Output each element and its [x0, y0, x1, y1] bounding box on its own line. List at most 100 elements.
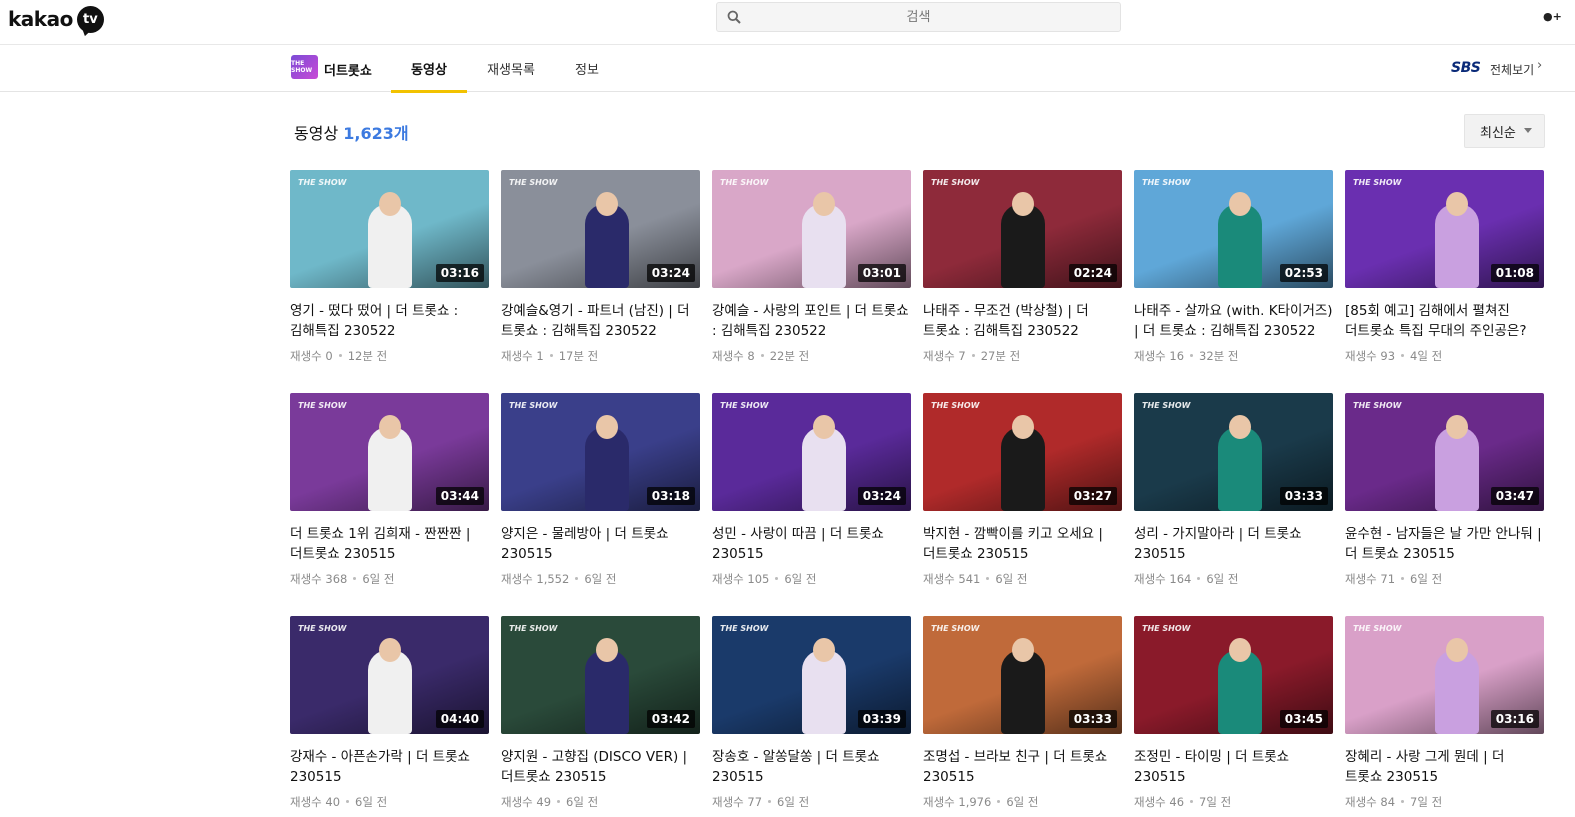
- video-card[interactable]: THE SHOW 03:42 양지원 - 고향집 (DISCO VER) | 더트롯…: [501, 616, 700, 817]
- video-title[interactable]: 영기 - 떴다 떴어 | 더 트롯쇼 : 김해특집 230522: [290, 301, 489, 341]
- video-title[interactable]: 장혜리 - 사랑 그게 뭔데 | 더 트롯쇼 230515: [1345, 747, 1544, 787]
- upload-time: 17분 전: [558, 349, 599, 363]
- video-thumbnail[interactable]: THE SHOW 03:47: [1345, 393, 1544, 511]
- view-all-link[interactable]: 전체보기: [1490, 61, 1534, 78]
- video-title[interactable]: 나태주 - 살까요 (with. K타이거즈) | 더 트롯쇼 : 김해특집 2…: [1134, 301, 1333, 341]
- video-card[interactable]: THE SHOW 03:33 조명섭 - 브라보 친구 | 더 트롯쇼 230515…: [923, 616, 1122, 817]
- duration-badge: 02:53: [1279, 264, 1328, 282]
- upload-time: 6일 전: [1206, 572, 1239, 586]
- tv-badge-icon: tv: [76, 5, 104, 33]
- video-meta: 재생수 46 7일 전: [1134, 794, 1231, 810]
- video-thumbnail[interactable]: THE SHOW 03:18: [501, 393, 700, 511]
- video-thumbnail[interactable]: THE SHOW 04:40: [290, 616, 489, 734]
- video-card[interactable]: THE SHOW 03:24 성민 - 사랑이 따끔 | 더 트롯쇼 230515 재…: [712, 393, 911, 603]
- sort-dropdown[interactable]: 최신순: [1464, 114, 1545, 148]
- performer-figure: [802, 650, 846, 734]
- video-meta: 재생수 164 6일 전: [1134, 571, 1239, 587]
- video-title[interactable]: 윤수현 - 남자들은 날 가만 안나둬 | 더 트롯쇼 230515: [1345, 524, 1544, 564]
- duration-badge: 04:40: [435, 710, 484, 728]
- duration-badge: 03:16: [435, 264, 484, 282]
- video-title[interactable]: 조명섭 - 브라보 친구 | 더 트롯쇼 230515: [923, 747, 1122, 787]
- separator-dot: [971, 354, 975, 357]
- video-card[interactable]: THE SHOW 03:16 영기 - 떴다 떴어 | 더 트롯쇼 : 김해특집 2…: [290, 170, 489, 380]
- performer-figure: [1001, 204, 1045, 288]
- channel-bar: THE SHOW 더트롯쇼 동영상 재생목록 정보 SBS 전체보기 ›: [0, 45, 1575, 93]
- performer-figure: [802, 204, 846, 288]
- video-thumbnail[interactable]: THE SHOW 03:42: [501, 616, 700, 734]
- video-title[interactable]: 양지원 - 고향집 (DISCO VER) | 더트롯쇼 230515: [501, 747, 700, 787]
- video-thumbnail[interactable]: THE SHOW 02:53: [1134, 170, 1333, 288]
- video-title[interactable]: 장송호 - 알쏭달쏭 | 더 트롯쇼 230515: [712, 747, 911, 787]
- video-title[interactable]: 나태주 - 무조건 (박상철) | 더 트롯쇼 : 김해특집 230522: [923, 301, 1122, 341]
- upload-time: 6일 전: [777, 795, 810, 809]
- upload-time: 32분 전: [1199, 349, 1239, 363]
- upload-time: 4일 전: [1410, 349, 1443, 363]
- tab-videos[interactable]: 동영상: [391, 45, 467, 93]
- channel-logo[interactable]: THE SHOW: [291, 55, 318, 79]
- video-card[interactable]: THE SHOW 03:27 박지현 - 깜빡이를 키고 오세요 | 더트롯쇼 23…: [923, 393, 1122, 603]
- video-thumbnail[interactable]: THE SHOW 03:24: [712, 393, 911, 511]
- upload-time: 7일 전: [1199, 795, 1232, 809]
- separator-dot: [575, 577, 579, 580]
- user-menu-icon[interactable]: ●+: [1543, 10, 1562, 23]
- video-thumbnail[interactable]: THE SHOW 01:08: [1345, 170, 1544, 288]
- sbs-logo[interactable]: SBS: [1451, 60, 1481, 76]
- view-count: 재생수 1,976: [923, 795, 992, 809]
- show-logo-overlay: THE SHOW: [720, 401, 769, 410]
- video-title[interactable]: 더 트롯쇼 1위 김희재 - 짠짠짠 | 더트롯쇼 230515: [290, 524, 489, 564]
- video-thumbnail[interactable]: THE SHOW 03:44: [290, 393, 489, 511]
- video-card[interactable]: THE SHOW 02:24 나태주 - 무조건 (박상철) | 더 트롯쇼 : 김…: [923, 170, 1122, 380]
- video-title[interactable]: 강예슬 - 사랑의 포인트 | 더 트롯쇼 : 김해특집 230522: [712, 301, 911, 341]
- duration-badge: 03:33: [1068, 710, 1117, 728]
- video-title[interactable]: 강재수 - 아픈손가락 | 더 트롯쇼 230515: [290, 747, 489, 787]
- performer-head: [596, 638, 618, 662]
- video-thumbnail[interactable]: THE SHOW 02:24: [923, 170, 1122, 288]
- separator-dot: [1190, 354, 1194, 357]
- tab-info[interactable]: 정보: [566, 45, 608, 92]
- video-card[interactable]: THE SHOW 03:16 장혜리 - 사랑 그게 뭔데 | 더 트롯쇼 2305…: [1345, 616, 1544, 817]
- view-count: 재생수 49: [501, 795, 552, 809]
- search-input[interactable]: [717, 3, 1120, 31]
- search-box: [716, 2, 1121, 32]
- video-thumbnail[interactable]: THE SHOW 03:45: [1134, 616, 1333, 734]
- video-card[interactable]: THE SHOW 03:24 강예슬&영기 - 파트너 (남진) | 더 트롯쇼 :…: [501, 170, 700, 380]
- video-thumbnail[interactable]: THE SHOW 03:01: [712, 170, 911, 288]
- video-card[interactable]: THE SHOW 03:47 윤수현 - 남자들은 날 가만 안나둬 | 더 트롯쇼…: [1345, 393, 1544, 603]
- video-card[interactable]: THE SHOW 03:01 강예슬 - 사랑의 포인트 | 더 트롯쇼 : 김해특…: [712, 170, 911, 380]
- performer-figure: [1218, 650, 1262, 734]
- separator-dot: [1401, 800, 1405, 803]
- video-thumbnail[interactable]: THE SHOW 03:39: [712, 616, 911, 734]
- video-title[interactable]: 성리 - 가지말아라 | 더 트롯쇼 230515: [1134, 524, 1333, 564]
- video-card[interactable]: THE SHOW 03:45 조정민 - 타이밍 | 더 트롯쇼 230515 재생수…: [1134, 616, 1333, 817]
- video-title[interactable]: 양지은 - 물레방아 | 더 트롯쇼 230515: [501, 524, 700, 564]
- video-title[interactable]: [85회 예고] 김해에서 펼쳐진 더트롯쇼 특집 무대의 주인공은?: [1345, 301, 1544, 341]
- view-count: 재생수 16: [1134, 349, 1185, 363]
- video-title[interactable]: 성민 - 사랑이 따끔 | 더 트롯쇼 230515: [712, 524, 911, 564]
- video-thumbnail[interactable]: THE SHOW 03:33: [923, 616, 1122, 734]
- video-title[interactable]: 강예슬&영기 - 파트너 (남진) | 더 트롯쇼 : 김해특집 230522: [501, 301, 700, 341]
- video-title[interactable]: 박지현 - 깜빡이를 키고 오세요 | 더트롯쇼 230515: [923, 524, 1122, 564]
- show-logo-overlay: THE SHOW: [720, 178, 769, 187]
- view-count: 재생수 40: [290, 795, 341, 809]
- performer-head: [379, 192, 401, 216]
- upload-time: 12분 전: [347, 349, 388, 363]
- video-title[interactable]: 조정민 - 타이밍 | 더 트롯쇼 230515: [1134, 747, 1333, 787]
- performer-head: [1012, 192, 1034, 216]
- video-card[interactable]: THE SHOW 04:40 강재수 - 아픈손가락 | 더 트롯쇼 230515 재…: [290, 616, 489, 817]
- upload-time: 6일 전: [362, 572, 395, 586]
- video-thumbnail[interactable]: THE SHOW 03:16: [290, 170, 489, 288]
- channel-name[interactable]: 더트롯쇼: [324, 60, 372, 79]
- video-card[interactable]: THE SHOW 03:33 성리 - 가지말아라 | 더 트롯쇼 230515 재생…: [1134, 393, 1333, 603]
- video-thumbnail[interactable]: THE SHOW 03:16: [1345, 616, 1544, 734]
- video-card[interactable]: THE SHOW 01:08 [85회 예고] 김해에서 펼쳐진 더트롯쇼 특집 무…: [1345, 170, 1544, 380]
- video-card[interactable]: THE SHOW 03:18 양지은 - 물레방아 | 더 트롯쇼 230515 재생…: [501, 393, 700, 603]
- video-thumbnail[interactable]: THE SHOW 03:33: [1134, 393, 1333, 511]
- kakao-tv-logo[interactable]: kakao tv: [8, 4, 104, 34]
- video-meta: 재생수 1 17분 전: [501, 348, 598, 364]
- video-card[interactable]: THE SHOW 03:44 더 트롯쇼 1위 김희재 - 짠짠짠 | 더트롯쇼 2…: [290, 393, 489, 603]
- video-card[interactable]: THE SHOW 03:39 장송호 - 알쏭달쏭 | 더 트롯쇼 230515 재생…: [712, 616, 911, 817]
- video-card[interactable]: THE SHOW 02:53 나태주 - 살까요 (with. K타이거즈) | 더…: [1134, 170, 1333, 380]
- video-thumbnail[interactable]: THE SHOW 03:27: [923, 393, 1122, 511]
- tab-playlists[interactable]: 재생목록: [478, 45, 544, 92]
- video-thumbnail[interactable]: THE SHOW 03:24: [501, 170, 700, 288]
